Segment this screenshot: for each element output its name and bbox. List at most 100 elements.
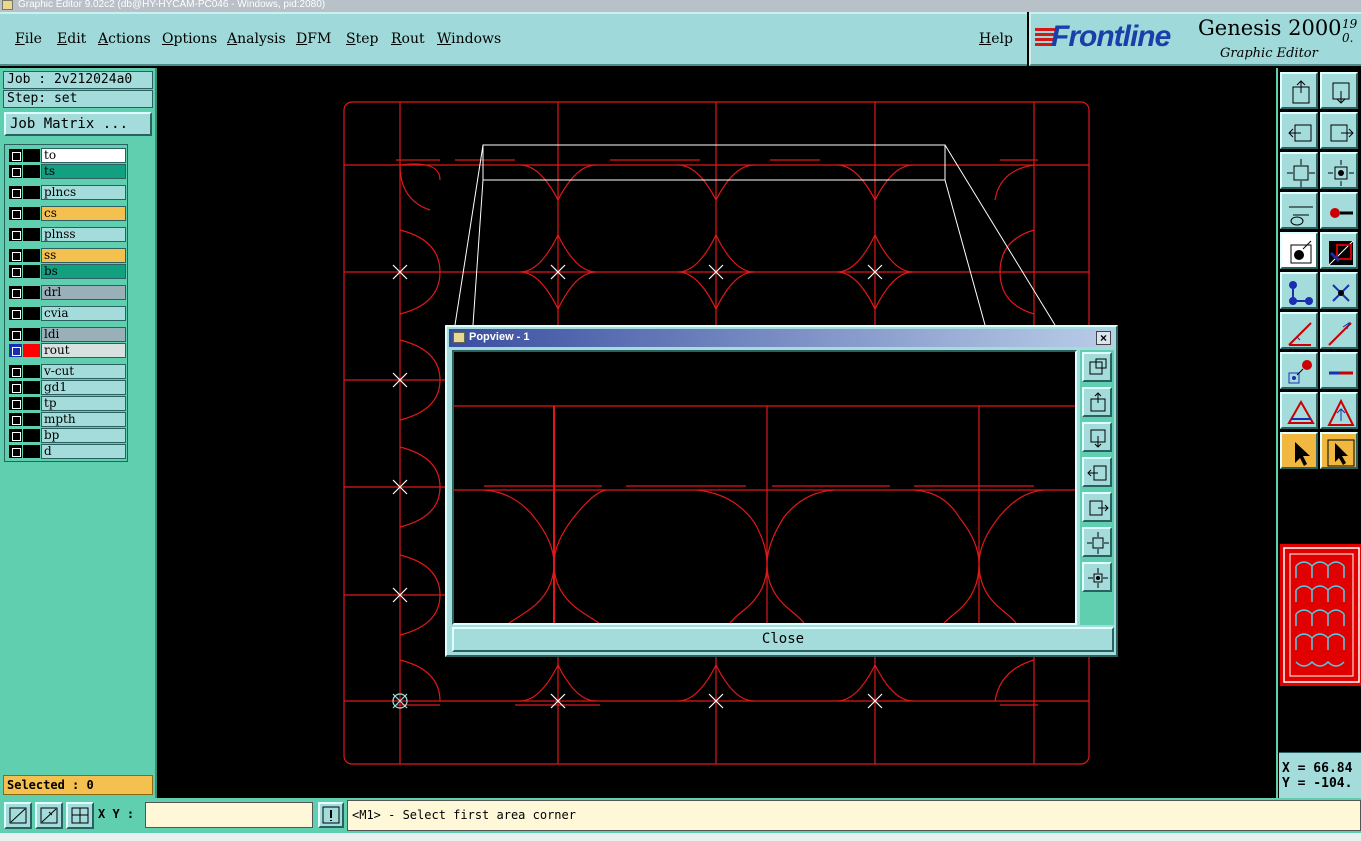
layer-checkbox[interactable] <box>9 365 22 378</box>
job-matrix-button[interactable]: Job Matrix ... <box>4 112 152 136</box>
menu-step[interactable]: Step <box>346 31 378 47</box>
layer-color-swatch[interactable] <box>23 445 40 458</box>
grid-button[interactable] <box>66 802 94 829</box>
menu-help[interactable]: Help <box>979 31 1013 47</box>
layer-row-plncs[interactable]: plncs <box>7 185 127 200</box>
layer-color-swatch[interactable] <box>23 249 40 262</box>
popview-zoom-center-button[interactable] <box>1082 562 1112 592</box>
menu-analysis[interactable]: Analysis <box>227 31 286 47</box>
snap-button[interactable] <box>1320 192 1358 229</box>
line-tool-button[interactable] <box>1320 352 1358 389</box>
menu-rout[interactable]: Rout <box>391 31 425 47</box>
popview-close-button[interactable]: Close <box>452 627 1114 652</box>
zoom-center-button[interactable] <box>1320 152 1358 189</box>
layer-row-tp[interactable]: tp <box>7 396 127 411</box>
layer-checkbox[interactable] <box>9 445 22 458</box>
layer-name[interactable]: ts <box>41 164 126 179</box>
popview-pan-left-button[interactable] <box>1082 457 1112 487</box>
layer-checkbox[interactable] <box>9 397 22 410</box>
pan-right-button[interactable] <box>1320 112 1358 149</box>
layer-color-swatch[interactable] <box>23 228 40 241</box>
layer-color-swatch[interactable] <box>23 286 40 299</box>
layer-row-rout[interactable]: rout <box>7 343 127 358</box>
layer-checkbox[interactable] <box>9 328 22 341</box>
zoom-fit-button[interactable] <box>1280 152 1318 189</box>
layer-color-swatch[interactable] <box>23 307 40 320</box>
angle-arrow-button[interactable] <box>1320 312 1358 349</box>
layer-row-mpth[interactable]: mpth <box>7 412 127 427</box>
popview-pan-down-button[interactable] <box>1082 422 1112 452</box>
layer-checkbox[interactable] <box>9 381 22 394</box>
layer-row-bs[interactable]: bs <box>7 264 127 279</box>
popview-close-icon[interactable]: × <box>1096 331 1111 345</box>
layer-name[interactable]: to <box>41 148 126 163</box>
popview-pan-up-button[interactable] <box>1082 387 1112 417</box>
layer-row-cs[interactable]: cs <box>7 206 127 221</box>
menu-edit[interactable]: Edit <box>57 31 86 47</box>
menu-actions[interactable]: Actions <box>98 31 151 47</box>
layer-checkbox[interactable] <box>9 165 22 178</box>
menu-file[interactable]: File <box>15 31 42 47</box>
popview-titlebar[interactable]: Popview - 1 × <box>449 329 1114 347</box>
layer-row-ss[interactable]: ss <box>7 248 127 263</box>
layer-name[interactable]: plnss <box>41 227 126 242</box>
layer-checkbox[interactable] <box>9 149 22 162</box>
layer-name[interactable]: gd1 <box>41 380 126 395</box>
alert-button[interactable] <box>318 802 344 828</box>
overview-minimap[interactable] <box>1280 544 1361 686</box>
layer-checkbox[interactable] <box>9 413 22 426</box>
layer-checkbox[interactable] <box>9 186 22 199</box>
layer-checkbox[interactable] <box>9 286 22 299</box>
layer-row-bp[interactable]: bp <box>7 428 127 443</box>
layer-name[interactable]: d <box>41 444 126 459</box>
pan-left-button[interactable] <box>1280 112 1318 149</box>
layer-row-cvia[interactable]: cvia <box>7 306 127 321</box>
layer-name[interactable]: mpth <box>41 412 126 427</box>
color-layer-button[interactable] <box>1320 232 1358 269</box>
layer-name[interactable]: bp <box>41 428 126 443</box>
layer-row-ldi[interactable]: ldi <box>7 327 127 342</box>
layer-color-swatch[interactable] <box>23 381 40 394</box>
layer-checkbox[interactable] <box>9 228 22 241</box>
xy-input[interactable] <box>145 802 313 828</box>
layer-row-d[interactable]: d <box>7 444 127 459</box>
node-select-button[interactable] <box>1280 352 1318 389</box>
cursor-button[interactable] <box>1280 432 1318 469</box>
angle-tool-button[interactable] <box>1280 312 1318 349</box>
menu-dfm[interactable]: DFM <box>296 31 331 47</box>
layer-name[interactable]: cs <box>41 206 126 221</box>
layer-name[interactable]: tp <box>41 396 126 411</box>
layer-color-swatch[interactable] <box>23 344 40 357</box>
layer-color-swatch[interactable] <box>23 397 40 410</box>
menu-windows[interactable]: Windows <box>437 31 501 47</box>
layer-name[interactable]: v-cut <box>41 364 126 379</box>
layer-name[interactable]: rout <box>41 343 126 358</box>
measure-button[interactable] <box>35 802 63 829</box>
popview-pan-right-button[interactable] <box>1082 492 1112 522</box>
layer-checkbox[interactable] <box>9 249 22 262</box>
layer-name[interactable]: ss <box>41 248 126 263</box>
layer-row-gd1[interactable]: gd1 <box>7 380 127 395</box>
triangle-tool-button[interactable] <box>1280 392 1318 429</box>
layer-row-drl[interactable]: drl <box>7 285 127 300</box>
layer-checkbox[interactable] <box>9 307 22 320</box>
zoom-page-button[interactable] <box>1320 72 1358 109</box>
layer-name[interactable]: bs <box>41 264 126 279</box>
layer-color-swatch[interactable] <box>23 149 40 162</box>
layer-row-v-cut[interactable]: v-cut <box>7 364 127 379</box>
layer-color-swatch[interactable] <box>23 413 40 426</box>
zoom-home-button[interactable] <box>1280 72 1318 109</box>
layer-name[interactable]: cvia <box>41 306 126 321</box>
connect-nodes-button[interactable] <box>1280 272 1318 309</box>
layer-checkbox[interactable] <box>9 207 22 220</box>
layer-color-swatch[interactable] <box>23 207 40 220</box>
layer-color-swatch[interactable] <box>23 429 40 442</box>
layer-color-swatch[interactable] <box>23 365 40 378</box>
select-pointer-button[interactable] <box>1280 232 1318 269</box>
popview-zoom-fit-button[interactable] <box>1082 527 1112 557</box>
zoom-area-button[interactable] <box>4 802 32 829</box>
triangle-arrow-button[interactable] <box>1320 392 1358 429</box>
measure-button[interactable] <box>1280 192 1318 229</box>
layer-row-to[interactable]: to <box>7 148 127 163</box>
layer-name[interactable]: drl <box>41 285 126 300</box>
